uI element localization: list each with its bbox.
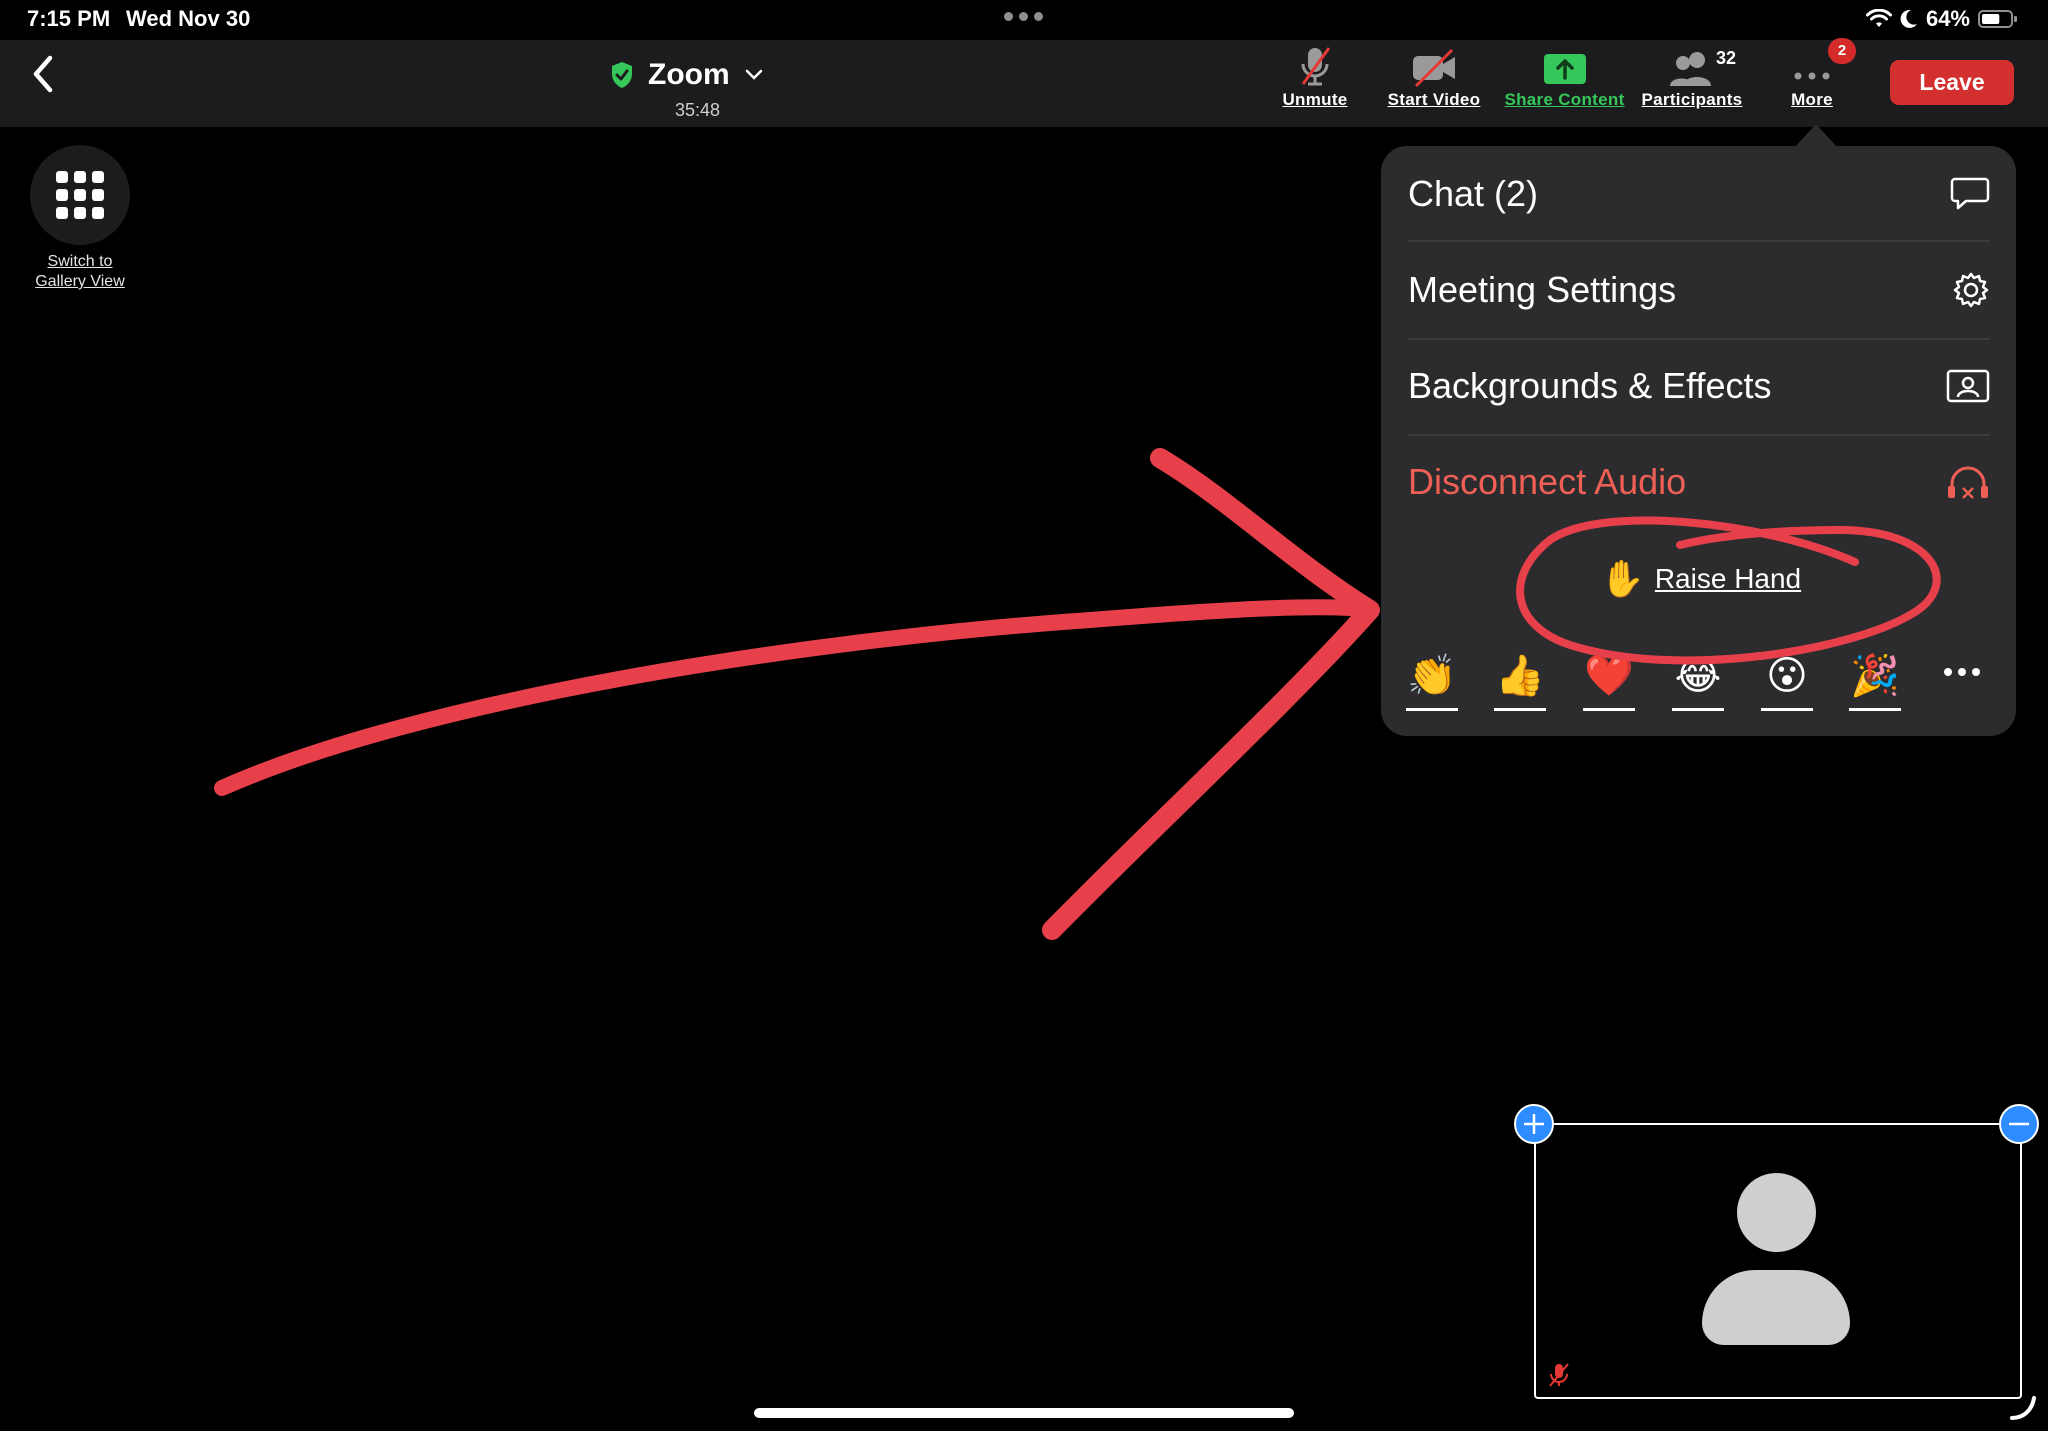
wifi-icon: [1865, 9, 1892, 27]
start-video-label: Start Video: [1387, 90, 1481, 109]
start-video-button[interactable]: Start Video: [1379, 44, 1489, 110]
raise-hand-button[interactable]: ✋ Raise Hand: [1600, 558, 1801, 600]
share-content-label: Share Content: [1504, 90, 1625, 109]
switch-to-gallery-label[interactable]: Switch to Gallery View: [20, 252, 140, 292]
reaction-joy[interactable]: 😂: [1672, 650, 1724, 711]
resize-handle-icon[interactable]: [2008, 1392, 2038, 1422]
menu-item-disconnect-audio[interactable]: Disconnect Audio: [1408, 434, 1990, 530]
unmute-label: Unmute: [1282, 90, 1348, 109]
menu-item-chat-label: Chat (2): [1408, 173, 1539, 214]
multitasking-dots-icon[interactable]: [1004, 12, 1043, 21]
battery-percent: 64%: [1925, 6, 1970, 31]
avatar-body: [1702, 1270, 1850, 1345]
participants-icon: [1670, 52, 1711, 86]
share-content-button[interactable]: Share Content: [1497, 44, 1632, 110]
status-date: Wed Nov 30: [126, 6, 251, 31]
meeting-timer: 35:48: [675, 100, 721, 120]
video-camera-off-icon: [1413, 48, 1455, 88]
moon-icon: [1900, 9, 1917, 28]
annotation-arrow-shaft: [214, 599, 1378, 796]
annotation-arrow-head: [1042, 448, 1380, 940]
switch-to-gallery-button[interactable]: [30, 145, 130, 245]
reaction-thumbs-up[interactable]: 👍: [1494, 650, 1546, 711]
chevron-down-icon: [745, 69, 762, 80]
self-view-minimize-button[interactable]: [1999, 1104, 2039, 1144]
status-time: 7:15 PM: [27, 6, 111, 31]
home-indicator[interactable]: [754, 1408, 1294, 1418]
unmute-button[interactable]: Unmute: [1272, 44, 1358, 110]
grid-icon: [56, 171, 104, 219]
participants-label: Participants: [1641, 90, 1743, 109]
share-screen-icon: [1543, 54, 1586, 84]
more-notification-badge: 2: [1828, 38, 1856, 64]
back-chevron-icon[interactable]: [26, 50, 60, 98]
raised-hand-emoji: ✋: [1600, 558, 1645, 599]
self-view-expand-button[interactable]: [1514, 1104, 1554, 1144]
menu-item-disconnect-label: Disconnect Audio: [1408, 461, 1687, 502]
meeting-title: Zoom: [648, 58, 730, 91]
more-reactions-icon[interactable]: [1944, 668, 1980, 676]
plus-icon: [1524, 1114, 1544, 1134]
reaction-party[interactable]: 🎉: [1849, 650, 1901, 711]
menu-item-meeting-settings[interactable]: Meeting Settings: [1408, 242, 1990, 338]
leave-button[interactable]: Leave: [1890, 60, 2014, 105]
reaction-surprised[interactable]: 😮: [1761, 650, 1813, 711]
more-label: More: [1791, 90, 1833, 109]
headphones-disconnect-icon: [1948, 466, 1988, 499]
participants-count: 32: [1716, 48, 1737, 68]
gallery-label-line1: Switch to: [47, 253, 113, 270]
portrait-icon: [1946, 369, 1990, 403]
menu-item-backgrounds-effects[interactable]: Backgrounds & Effects: [1408, 338, 1990, 434]
menu-item-chat[interactable]: Chat (2): [1408, 146, 1990, 242]
avatar-head: [1737, 1173, 1816, 1252]
gallery-label-line2: Gallery View: [35, 273, 125, 290]
ellipsis-icon: [1794, 72, 1830, 80]
minus-icon: [2009, 1122, 2029, 1126]
self-view-thumbnail[interactable]: [1534, 1123, 2022, 1399]
reaction-heart[interactable]: ❤️: [1583, 650, 1635, 711]
status-indicators: 64%: [1865, 6, 2018, 32]
self-view-muted-icon: [1549, 1363, 1569, 1387]
status-bar: 7:15 PM Wed Nov 30 64%: [0, 0, 2048, 40]
reaction-clap[interactable]: 👏: [1406, 650, 1458, 711]
microphone-muted-icon: [1301, 47, 1331, 86]
battery-icon: [1978, 10, 2017, 28]
meeting-title-dropdown[interactable]: Zoom: [610, 58, 764, 92]
menu-item-settings-label: Meeting Settings: [1408, 269, 1677, 310]
chat-bubble-icon: [1950, 177, 1990, 210]
popover-arrow: [1794, 124, 1838, 148]
gear-icon: [1953, 272, 1989, 308]
menu-item-backgrounds-label: Backgrounds & Effects: [1408, 365, 1772, 406]
shield-check-icon: [612, 62, 632, 88]
reactions-bar: 👏 👍 ❤️ 😂 😮 🎉: [1404, 650, 1994, 712]
raise-hand-label: Raise Hand: [1654, 563, 1802, 594]
